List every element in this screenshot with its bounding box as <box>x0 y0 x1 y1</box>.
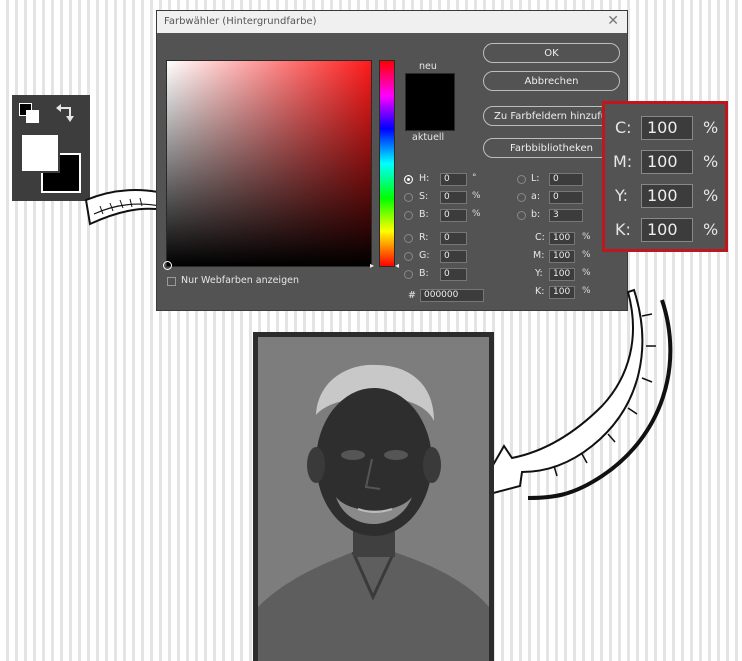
dialog-titlebar: Farbwähler (Hintergrundfarbe) ✕ <box>157 11 627 33</box>
rgb-row-g: G: 0 <box>404 250 474 264</box>
input-b-blue[interactable]: 0 <box>440 268 467 281</box>
zoom-label-k: K: <box>615 220 631 239</box>
input-l[interactable]: 0 <box>549 173 583 186</box>
label-s: S: <box>419 191 429 202</box>
input-m[interactable]: 100 <box>549 250 575 263</box>
hue-slider[interactable] <box>379 60 395 267</box>
hsb-row-s: S: 0 % <box>404 191 494 205</box>
label-g: G: <box>419 250 430 261</box>
unit-y: % <box>582 268 591 278</box>
color-picker-dialog: Farbwähler (Hintergrundfarbe) ✕ ▸ ◂ neu … <box>156 10 628 311</box>
inverted-portrait-photo <box>253 332 494 661</box>
input-b-brightness[interactable]: 0 <box>440 209 467 222</box>
unit-h: ° <box>472 173 477 183</box>
zoom-unit-y: % <box>703 186 719 205</box>
ok-button[interactable]: OK <box>483 43 620 63</box>
cmyk-row-m: M: 100 % <box>529 250 609 264</box>
swap-colors-icon[interactable] <box>54 100 78 122</box>
radio-l[interactable] <box>517 175 526 184</box>
color-preview-swatch[interactable] <box>405 73 455 131</box>
input-r[interactable]: 0 <box>440 232 467 245</box>
zoom-input-m[interactable]: 100 <box>641 150 693 174</box>
zoom-row-c: C: 100 % <box>611 116 725 142</box>
zoom-input-k[interactable]: 100 <box>641 218 693 242</box>
label-c: C: <box>535 232 545 243</box>
zoom-unit-c: % <box>703 118 719 137</box>
label-l: L: <box>531 173 540 184</box>
new-color-label: neu <box>419 61 437 72</box>
label-b-blue: B: <box>419 268 429 279</box>
cmyk-row-c: C: 100 % <box>529 232 609 246</box>
input-h[interactable]: 0 <box>440 173 467 186</box>
label-m: M: <box>533 250 545 261</box>
unit-b-brightness: % <box>472 209 481 219</box>
radio-g[interactable] <box>404 252 413 261</box>
web-colors-label: Nur Webfarben anzeigen <box>181 275 299 286</box>
label-a: a: <box>531 191 541 202</box>
lab-row-l: L: 0 <box>517 173 597 187</box>
input-g[interactable]: 0 <box>440 250 467 263</box>
label-h: H: <box>419 173 430 184</box>
web-colors-checkbox[interactable]: Nur Webfarben anzeigen <box>167 275 327 289</box>
unit-m: % <box>582 250 591 260</box>
label-b-brightness: B: <box>419 209 429 220</box>
hue-slider-left-handle[interactable]: ▸ <box>370 261 374 270</box>
web-colors-check[interactable] <box>167 277 176 286</box>
label-r: R: <box>419 232 429 243</box>
input-s[interactable]: 0 <box>440 191 467 204</box>
zoom-unit-k: % <box>703 220 719 239</box>
label-y: Y: <box>535 268 543 279</box>
cmyk-row-y: Y: 100 % <box>529 268 609 282</box>
zoom-label-y: Y: <box>615 186 629 205</box>
color-swatches-panel <box>12 95 90 201</box>
radio-b-blue[interactable] <box>404 270 413 279</box>
zoom-unit-m: % <box>703 152 719 171</box>
dialog-title: Farbwähler (Hintergrundfarbe) <box>164 16 317 27</box>
hex-label: # <box>408 290 416 301</box>
lab-row-b: b: 3 <box>517 209 597 223</box>
zoom-label-m: M: <box>613 152 633 171</box>
cmyk-zoom-callout: C: 100 % M: 100 % Y: 100 % K: 100 % <box>602 101 728 252</box>
default-colors-icon[interactable] <box>19 103 39 123</box>
foreground-color-swatch[interactable] <box>20 133 60 173</box>
radio-s[interactable] <box>404 193 413 202</box>
hsb-row-h: H: 0 ° <box>404 173 494 187</box>
radio-b-brightness[interactable] <box>404 211 413 220</box>
arrow-icon <box>471 288 673 500</box>
color-libraries-button[interactable]: Farbbibliotheken <box>483 138 620 158</box>
rgb-row-r: R: 0 <box>404 232 474 246</box>
lab-row-a: a: 0 <box>517 191 597 205</box>
close-icon[interactable]: ✕ <box>607 13 619 29</box>
unit-c: % <box>582 232 591 242</box>
zoom-row-y: Y: 100 % <box>611 184 725 210</box>
hue-slider-right-handle[interactable]: ◂ <box>395 261 399 270</box>
rgb-row-b: B: 0 <box>404 268 474 282</box>
zoom-label-c: C: <box>615 118 632 137</box>
input-lab-b[interactable]: 3 <box>549 209 583 222</box>
hsb-row-b: B: 0 % <box>404 209 494 223</box>
current-color-label: aktuell <box>412 132 445 143</box>
unit-s: % <box>472 191 481 201</box>
zoom-row-k: K: 100 % <box>611 218 725 244</box>
label-lab-b: b: <box>531 209 541 220</box>
add-to-swatches-button[interactable]: Zu Farbfeldern hinzufügen <box>483 106 620 126</box>
cancel-button[interactable]: Abbrechen <box>483 71 620 91</box>
radio-a[interactable] <box>517 193 526 202</box>
radio-h[interactable] <box>404 175 413 184</box>
radio-r[interactable] <box>404 234 413 243</box>
portrait-image <box>258 337 489 661</box>
zoom-input-c[interactable]: 100 <box>641 116 693 140</box>
radio-lab-b[interactable] <box>517 211 526 220</box>
zoom-input-y[interactable]: 100 <box>641 184 693 208</box>
input-a[interactable]: 0 <box>549 191 583 204</box>
input-c[interactable]: 100 <box>549 232 575 245</box>
color-field[interactable] <box>163 60 372 270</box>
color-field-marker[interactable] <box>163 261 172 270</box>
input-y[interactable]: 100 <box>549 268 575 281</box>
zoom-row-m: M: 100 % <box>611 150 725 176</box>
